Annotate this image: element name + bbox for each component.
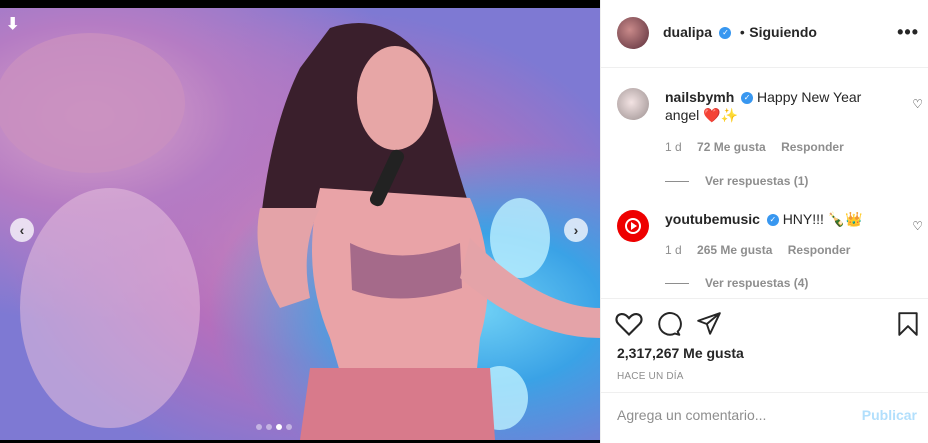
comment-likes[interactable]: 265 Me gusta: [697, 243, 772, 257]
view-replies-button[interactable]: Ver respuestas (1): [665, 172, 808, 190]
reply-button[interactable]: Responder: [781, 140, 844, 154]
play-icon: [631, 222, 637, 230]
comment-input[interactable]: Agrega un comentario...: [617, 407, 766, 423]
carousel-dot-active: [276, 424, 282, 430]
separator: •: [739, 24, 745, 40]
comment-text: HNY!!!: [782, 211, 824, 227]
comment-likes[interactable]: 72 Me gusta: [697, 140, 766, 154]
verified-icon: ✓: [766, 214, 779, 227]
bookmark-icon[interactable]: [897, 311, 919, 337]
post-side-panel: dualipa ✓ • Siguiendo ••• nailsbymh ✓ Ha…: [600, 0, 928, 443]
carousel-dots: [256, 424, 292, 430]
view-replies-label: Ver respuestas (4): [705, 276, 809, 290]
comment-username[interactable]: youtubemusic: [665, 211, 760, 227]
heart-icon[interactable]: [615, 311, 643, 337]
post-actions: 2,317,267 Me gusta HACE UN DÍA: [601, 298, 928, 392]
replies-line: [665, 283, 689, 285]
top-black-bar: [0, 0, 600, 8]
share-icon[interactable]: [696, 311, 722, 337]
post-header: dualipa ✓ • Siguiendo •••: [601, 0, 928, 68]
verified-icon: ✓: [719, 26, 732, 39]
more-options-icon[interactable]: •••: [897, 22, 919, 43]
comment-item: nailsbymh ✓ Happy New Year angel ❤️✨ ♡ 1…: [617, 86, 923, 196]
carousel-dot: [266, 424, 272, 430]
post-image[interactable]: ⬇ ‹ ›: [0, 8, 600, 440]
avatar[interactable]: [617, 88, 649, 120]
heart-icon[interactable]: ♡: [912, 217, 923, 235]
comment-username[interactable]: nailsbymh: [665, 89, 734, 105]
carousel-dot: [286, 424, 292, 430]
likes-count[interactable]: 2,317,267 Me gusta: [617, 345, 744, 361]
comment-item: youtubemusic ✓ HNY!!! 🍾👑 ♡ 1 d 265 Me gu…: [617, 208, 923, 298]
next-arrow-icon[interactable]: ›: [564, 218, 588, 242]
follow-status-button[interactable]: Siguiendo: [749, 24, 817, 40]
heart-icon[interactable]: ♡: [912, 95, 923, 113]
view-replies-label: Ver respuestas (1): [705, 174, 809, 188]
reply-button[interactable]: Responder: [788, 243, 851, 257]
comment-emoji: 🍾👑: [827, 211, 863, 227]
prev-arrow-icon[interactable]: ‹: [10, 218, 34, 242]
avatar[interactable]: [617, 17, 649, 49]
comment-composer: Agrega un comentario... Publicar: [601, 392, 928, 443]
comment-emoji: ❤️✨: [703, 107, 739, 123]
comment-icon[interactable]: [656, 311, 682, 337]
post-author-username[interactable]: dualipa: [663, 24, 712, 40]
replies-line: [665, 181, 689, 183]
avatar[interactable]: [617, 210, 649, 242]
carousel-dot: [256, 424, 262, 430]
comment-age: 1 d: [665, 140, 682, 154]
download-arrow-icon[interactable]: ⬇: [6, 14, 19, 34]
publish-button[interactable]: Publicar: [862, 407, 917, 423]
verified-icon: ✓: [741, 92, 754, 105]
view-replies-button[interactable]: Ver respuestas (4): [665, 274, 808, 292]
performer-illustration: [0, 23, 600, 440]
comment-age: 1 d: [665, 243, 682, 257]
post-timestamp[interactable]: HACE UN DÍA: [617, 371, 684, 382]
